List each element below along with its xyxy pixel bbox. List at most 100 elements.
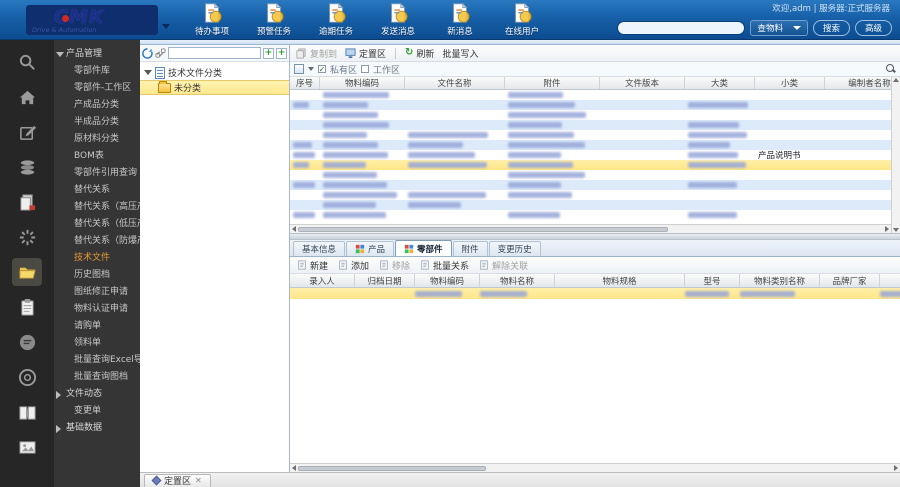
global-search-input[interactable] <box>617 21 746 35</box>
chat-icon[interactable] <box>12 328 42 356</box>
sidebar-menu-item[interactable]: 零部件库 <box>54 63 140 80</box>
scroll-right-icon[interactable] <box>885 226 889 232</box>
sidebar-menu-item[interactable]: 变更单 <box>54 403 140 420</box>
column-header[interactable]: 文件名称 <box>405 77 505 89</box>
search-category-dropdown[interactable]: 查物料 <box>750 20 808 36</box>
sidebar-menu-item[interactable]: 批量查询图档 <box>54 369 140 386</box>
tree-add-icon[interactable]: + <box>263 47 274 59</box>
table-row[interactable] <box>290 130 891 140</box>
table-row[interactable] <box>290 170 891 180</box>
top-toolbar-item[interactable]: 发送消息 <box>374 2 422 37</box>
sidebar-menu-item[interactable]: 产品管理 <box>54 46 140 63</box>
batch-write-button[interactable]: 批量写入 <box>440 47 480 60</box>
table-row[interactable]: 产品说明书 <box>290 150 891 160</box>
column-header[interactable]: 物料规格 <box>555 274 685 287</box>
tree-root-node[interactable]: 技术文件分类 <box>140 65 289 80</box>
detail-toolbar-button[interactable]: 移除 <box>377 259 412 272</box>
table-row[interactable] <box>290 210 891 220</box>
column-header[interactable]: 编制者名称 <box>825 77 891 89</box>
book-icon[interactable] <box>12 398 42 426</box>
detail-toolbar-button[interactable]: 批量关系 <box>418 259 471 272</box>
sidebar-menu-item[interactable]: 半成品分类 <box>54 114 140 131</box>
sidebar-menu-item[interactable]: 物料认证申请 <box>54 301 140 318</box>
documents-hscrollbar[interactable] <box>290 224 891 233</box>
sidebar-menu-item[interactable]: 零部件-工作区 <box>54 80 140 97</box>
clipboard-icon[interactable] <box>12 293 42 321</box>
sidebar-menu-item[interactable]: 替代关系（高压产品） <box>54 199 140 216</box>
table-row[interactable] <box>290 140 891 150</box>
scroll-right-icon[interactable] <box>894 465 898 471</box>
column-header[interactable]: 物料编码 <box>320 77 405 89</box>
tree-add-root-icon[interactable]: + <box>276 47 287 59</box>
tree-refresh-icon[interactable] <box>142 47 153 59</box>
sidebar-menu-item[interactable]: 技术文件 <box>54 250 140 267</box>
sidebar-menu-item[interactable]: 原材料分类 <box>54 131 140 148</box>
column-header[interactable]: 文件版本 <box>600 77 685 89</box>
sidebar-menu-item[interactable]: 批量查询Excel导物料 <box>54 352 140 369</box>
top-toolbar-item[interactable]: 在线用户 <box>498 2 546 37</box>
table-row[interactable] <box>290 90 891 100</box>
table-row[interactable] <box>290 120 891 130</box>
scroll-up-icon[interactable] <box>893 78 899 82</box>
column-header[interactable]: 型号 <box>685 274 740 287</box>
top-toolbar-item[interactable]: 预警任务 <box>250 2 298 37</box>
tree-search-input[interactable] <box>168 47 261 59</box>
expander-down-icon[interactable] <box>144 70 152 75</box>
search-icon[interactable] <box>12 48 42 76</box>
mention-icon[interactable] <box>12 363 42 391</box>
sidebar-menu-item[interactable]: 零部件引用查询 <box>54 165 140 182</box>
hscroll-thumb[interactable] <box>298 226 669 232</box>
sidebar-menu-item[interactable]: 图纸修正申请 <box>54 284 140 301</box>
table-search-icon[interactable] <box>886 64 896 74</box>
detail-toolbar-button[interactable]: 解除关联 <box>477 259 530 272</box>
table-row[interactable] <box>290 110 891 120</box>
edit-icon[interactable] <box>12 118 42 146</box>
detail-tab[interactable]: 附件 <box>452 241 488 256</box>
documents-vscrollbar[interactable] <box>891 77 900 233</box>
sidebar-menu-item[interactable]: 文件动态 <box>54 386 140 403</box>
refresh-button[interactable]: ↻ 刷新 <box>403 47 436 60</box>
documents-icon[interactable] <box>12 188 42 216</box>
column-header[interactable]: 小类 <box>755 77 825 89</box>
column-header[interactable]: 录入人 <box>290 274 355 287</box>
column-settings-icon[interactable] <box>294 64 304 74</box>
open-folder-icon[interactable] <box>12 258 42 286</box>
logo-dropdown-caret[interactable] <box>162 24 170 29</box>
detail-tab[interactable]: 基本信息 <box>293 241 346 256</box>
column-header[interactable]: 物料编码 <box>415 274 480 287</box>
image-icon[interactable] <box>12 433 42 461</box>
hscroll-thumb[interactable] <box>298 465 486 471</box>
staging-area-tab[interactable]: 定置区 ✕ <box>144 473 211 487</box>
sidebar-menu-item[interactable]: 替代关系（防爆产品） <box>54 233 140 250</box>
sidebar-menu-item[interactable]: BOM表 <box>54 148 140 165</box>
column-header[interactable]: 归档日期 <box>355 274 415 287</box>
sidebar-menu-item[interactable]: 领料单 <box>54 335 140 352</box>
column-header[interactable]: 物料类别名称 <box>740 274 820 287</box>
column-header[interactable]: 序号 <box>290 77 320 89</box>
advanced-search-button[interactable]: 高级 <box>854 20 892 36</box>
copy-to-button[interactable]: 复制到 <box>294 47 339 60</box>
staging-area-button[interactable]: 定置区 <box>343 47 388 60</box>
detail-tab[interactable]: 产品 <box>346 241 395 256</box>
scroll-left-icon[interactable] <box>292 226 296 232</box>
sidebar-menu-item[interactable]: 基础数据 <box>54 420 140 437</box>
top-toolbar-item[interactable]: 新消息 <box>436 2 484 37</box>
scroll-down-icon[interactable] <box>893 228 899 232</box>
database-icon[interactable] <box>12 153 42 181</box>
close-icon[interactable]: ✕ <box>195 476 202 485</box>
table-row[interactable] <box>290 180 891 190</box>
table-row[interactable] <box>290 288 900 299</box>
top-toolbar-item[interactable]: 逾期任务 <box>312 2 360 37</box>
private-area-checkbox[interactable]: ✓ <box>318 65 326 74</box>
tree-child-node[interactable]: 未分类 <box>140 80 289 95</box>
loading-spinner-icon[interactable] <box>12 223 42 251</box>
detail-tab[interactable]: 零部件 <box>395 240 452 256</box>
top-toolbar-item[interactable]: 待办事项 <box>188 2 236 37</box>
sidebar-menu-item[interactable]: 历史图档 <box>54 267 140 284</box>
sidebar-menu-item[interactable]: 产成品分类 <box>54 97 140 114</box>
sidebar-menu-item[interactable]: 替代关系 <box>54 182 140 199</box>
detail-tab[interactable]: 变更历史 <box>488 241 541 256</box>
detail-toolbar-button[interactable]: 添加 <box>336 259 371 272</box>
column-header[interactable]: 品牌厂家 <box>820 274 880 287</box>
table-row[interactable] <box>290 190 891 200</box>
